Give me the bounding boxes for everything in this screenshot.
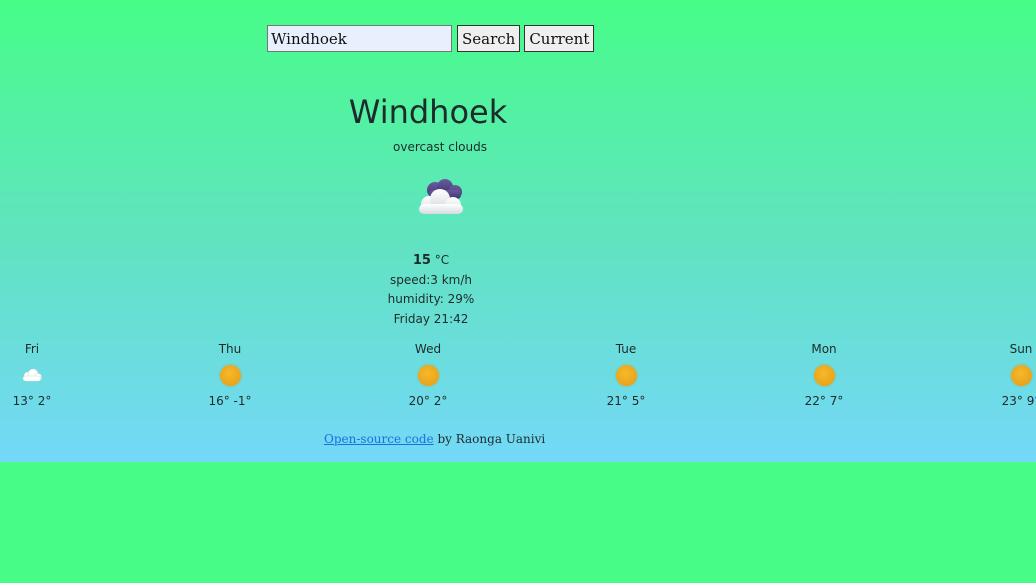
overcast-clouds-icon [415,178,467,218]
author-credit: by Raonga Uanivi [433,432,546,446]
sun-icon [813,364,835,386]
forecast-day-name: Sun [1009,342,1033,356]
weather-description: overcast clouds [393,140,487,154]
forecast-temps: 23° 9° [1001,394,1036,408]
open-source-link[interactable]: Open-source code [324,432,434,446]
local-datetime: Friday 21:42 [393,311,469,326]
temperature-value: 15 [412,253,431,268]
sun-icon [615,364,637,386]
weather-details: 15 °C speed:3 km/h humidity: 29% Friday … [231,251,631,329]
footer: Open-source code by Raonga Uanivi [324,432,545,446]
forecast-day: Tue 21° 5° [586,342,666,408]
humidity: humidity: 29% [387,292,475,306]
forecast-temps: 21° 5° [606,394,646,408]
sun-icon [417,364,439,386]
forecast-icon-wrap [981,361,1036,389]
forecast-temps: 22° 7° [804,394,844,408]
weather-app: Search Current Windhoek overcast clouds [0,0,1036,462]
wind-speed: speed:3 km/h [389,272,473,287]
forecast-icon-wrap [190,361,270,389]
forecast-day: Thu 16° -1° [190,342,270,408]
forecast-temps: 20° 2° [408,394,448,408]
forecast-day-name: Tue [615,342,637,356]
search-form: Search Current [267,25,595,52]
forecast-icon-wrap [0,361,72,389]
search-button[interactable]: Search [457,25,521,52]
sun-icon [1010,364,1032,386]
forecast-day: Mon 22° 7° [784,342,864,408]
forecast-day-name: Thu [218,342,242,356]
temperature-line: 15 °C [231,251,631,271]
forecast-day-name: Fri [24,342,40,356]
forecast-temps: 13° 2° [12,394,52,408]
cloud-icon [22,368,42,382]
temperature-unit: °C [434,253,450,267]
forecast-day: Sun 23° 9° [981,342,1036,408]
forecast-day: Fri 13° 2° [0,342,72,408]
forecast-day-name: Mon [811,342,837,356]
forecast-icon-wrap [784,361,864,389]
forecast-temps: 16° -1° [208,394,252,408]
forecast-day-name: Wed [414,342,442,356]
forecast-icon-wrap [586,361,666,389]
current-location-button[interactable]: Current [524,25,595,52]
forecast-day: Wed 20° 2° [388,342,468,408]
city-name: Windhoek [348,93,508,131]
city-search-input[interactable] [267,25,452,52]
forecast-icon-wrap [388,361,468,389]
sun-icon [219,364,241,386]
